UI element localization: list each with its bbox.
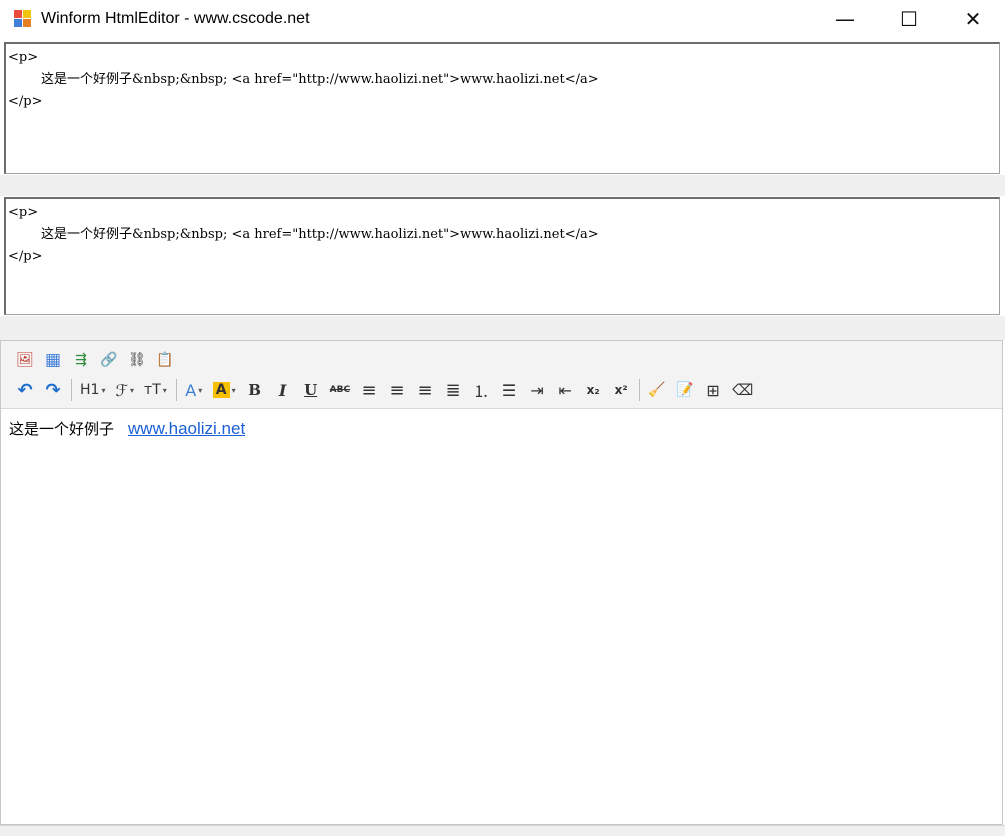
heading-label: H1 [80,382,100,398]
unordered-list-icon[interactable]: ☰ [497,378,521,402]
toolbar-separator [71,379,72,401]
font-family-dropdown[interactable]: ℱ ▾ [112,378,137,402]
source-line: <p> [8,205,39,220]
align-left-icon[interactable]: ≡ [357,378,381,402]
chevron-down-icon: ▾ [162,385,167,395]
minimize-button[interactable]: — [813,0,877,38]
window-title: Winform HtmlEditor - www.cscode.net [41,10,310,27]
html-editor: 🖼 ▦ ⇶ 🔗 ⛓ 📋 ↶ ↷ H1 ▾ ℱ ▾ тT ▾ A ▾ A ▾ B I U A… [0,340,1003,825]
editor-content[interactable]: 这是一个好例子 www.haolizi.net [1,409,1002,449]
font-size-dropdown[interactable]: тT ▾ [141,378,170,402]
font-size-icon: тT [144,382,161,398]
source-line: 这是一个好例子&nbsp;&nbsp; <a href="http://www.… [8,72,599,87]
ordered-list-icon[interactable]: ⒈ [469,378,493,402]
superscript-button[interactable]: x² [609,378,633,402]
highlight-color-icon: A [212,382,230,398]
source-line: </p> [8,249,43,264]
font-color-icon: A [185,380,197,400]
editor-link[interactable]: www.haolizi.net [128,419,245,438]
align-center-icon[interactable]: ≡ [385,378,409,402]
align-right-icon[interactable]: ≡ [413,378,437,402]
italic-button[interactable]: I [271,378,295,402]
paste-icon[interactable]: 📋 [153,348,177,372]
status-bar [0,825,1005,836]
heading-dropdown[interactable]: H1 ▾ [77,378,108,402]
maximize-button[interactable]: ☐ [877,0,941,38]
toolbar-row-format: ↶ ↷ H1 ▾ ℱ ▾ тT ▾ A ▾ A ▾ B I U ABC ≡ ≡ ≡ ≣ ⒈… [13,375,1002,405]
title-bar: Winform HtmlEditor - www.cscode.net — ☐ … [0,0,1005,38]
chevron-down-icon: ▾ [101,385,106,395]
subscript-button[interactable]: x₂ [581,378,605,402]
grid-icon[interactable]: ⊞ [701,378,725,402]
eraser-icon[interactable]: ⌫ [729,378,756,402]
insert-image-icon[interactable]: 🖼 [13,348,37,372]
justify-icon[interactable]: ≣ [441,378,465,402]
outdent-icon[interactable]: ⇤ [553,378,577,402]
chevron-down-icon: ▾ [231,385,236,395]
source-line: </p> [8,94,43,109]
insert-table-icon[interactable]: ▦ [41,348,65,372]
remove-link-icon[interactable]: ⛓ [125,348,149,372]
underline-button[interactable]: U [299,378,323,402]
source-line: 这是一个好例子&nbsp;&nbsp; <a href="http://www.… [8,227,599,242]
editor-text: 这是一个好例子 [9,420,115,438]
strikethrough-button[interactable]: ABC [327,378,353,402]
html-source-textbox-1[interactable]: <p> 这是一个好例子&nbsp;&nbsp; <a href="http://… [4,42,1000,174]
clean-format-icon[interactable]: 🧹 [645,378,669,402]
indent-icon[interactable]: ⇥ [525,378,549,402]
source-line: <p> [8,50,39,65]
toolbar-separator [175,379,177,401]
bold-button[interactable]: B [243,378,267,402]
insert-horizontal-rule-icon[interactable]: ⇶ [69,348,93,372]
font-family-icon: ℱ [115,380,129,400]
editor-toolbar: 🖼 ▦ ⇶ 🔗 ⛓ 📋 ↶ ↷ H1 ▾ ℱ ▾ тT ▾ A ▾ A ▾ B I U A… [1,341,1002,409]
redo-icon[interactable]: ↷ [41,378,65,402]
splitter[interactable] [0,175,1005,196]
undo-icon[interactable]: ↶ [13,378,37,402]
insert-link-icon[interactable]: 🔗 [97,348,121,372]
highlight-color-dropdown[interactable]: A ▾ [210,378,239,402]
close-button[interactable]: ✕ [941,0,1005,38]
toolbar-row-insert: 🖼 ▦ ⇶ 🔗 ⛓ 📋 [13,345,1002,375]
toolbar-separator [639,379,641,401]
edit-source-icon[interactable]: 📝 [673,378,697,402]
html-source-textbox-2[interactable]: <p> 这是一个好例子&nbsp;&nbsp; <a href="http://… [4,197,1000,315]
font-color-dropdown[interactable]: A ▾ [182,378,206,402]
chevron-down-icon: ▾ [130,385,135,395]
app-icon [14,10,32,28]
chevron-down-icon: ▾ [198,385,203,395]
splitter[interactable] [0,316,1005,340]
